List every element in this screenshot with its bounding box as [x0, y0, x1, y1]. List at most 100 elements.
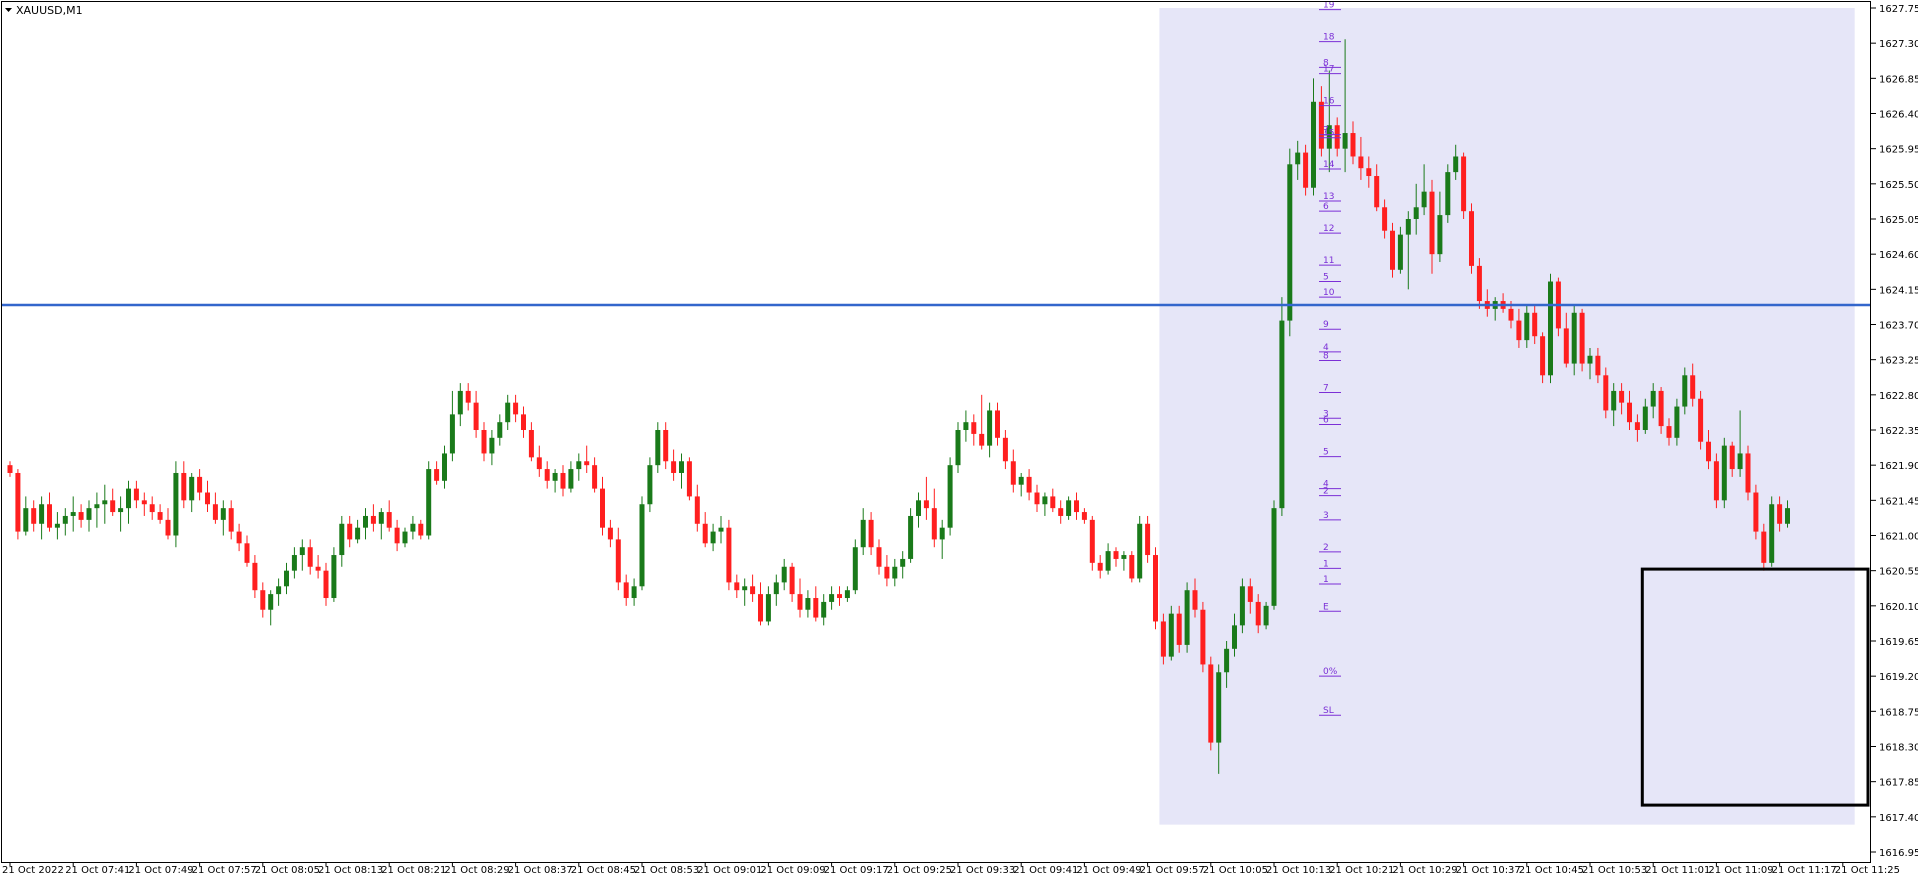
y-tick-label: 1622.80 [1879, 391, 1918, 402]
candle-body [1769, 504, 1775, 563]
candle-body [1311, 101, 1316, 188]
x-tick-label: 21 Oct 11:01 [1645, 865, 1710, 876]
y-tick-label: 1625.05 [1879, 215, 1918, 226]
candle-body [813, 598, 819, 618]
y-tick-label: 1624.60 [1879, 250, 1918, 261]
candle-body [268, 594, 274, 610]
fib-level-label: 16 [1323, 97, 1335, 107]
fib-level-label: 1 [1323, 575, 1329, 585]
candle-body [307, 547, 313, 567]
candle-body [457, 390, 463, 415]
x-tick-label: 21 Oct 10:45 [1519, 865, 1584, 876]
candle-body [7, 465, 13, 473]
candle-body [1421, 191, 1427, 208]
x-tick-label: 21 Oct 10:29 [1392, 865, 1457, 876]
candle-body [252, 562, 258, 591]
candle-body [1382, 207, 1388, 231]
x-tick-label: 21 Oct 10:53 [1582, 865, 1647, 876]
time-axis[interactable]: 21 Oct 2022 21 Oct 07:4121 Oct 07:4921 Oc… [2, 862, 1900, 876]
y-tick-label: 1619.65 [1879, 637, 1918, 648]
x-tick-label: 21 Oct 09:25 [887, 865, 952, 876]
candle-body [1334, 125, 1340, 149]
candle-body [1413, 207, 1419, 219]
candle-body [1563, 328, 1569, 364]
candle-body [1761, 531, 1767, 563]
candle-body [1160, 621, 1166, 657]
candle-body [1721, 445, 1727, 501]
candle-body [1168, 613, 1174, 657]
candle-body [528, 430, 534, 458]
candle-body [1153, 555, 1158, 622]
candle-body [23, 508, 29, 532]
candle-body [291, 555, 297, 571]
x-tick-label: 21 Oct 11:17 [1772, 865, 1837, 876]
candle-body [1097, 562, 1103, 571]
candle-body [1121, 555, 1127, 559]
fib-level-label: 14 [1323, 160, 1335, 170]
x-tick-label: 21 Oct 11:25 [1835, 865, 1900, 876]
candle-body [979, 433, 985, 446]
candle-body [505, 402, 511, 423]
candle-body [568, 469, 574, 489]
candle-body [1271, 508, 1277, 606]
candle-body [734, 582, 740, 591]
candle-body [1216, 672, 1222, 743]
candle-body [62, 515, 68, 524]
candle-body [347, 523, 353, 540]
x-tick-label: 21 Oct 09:17 [824, 865, 889, 876]
candle-body [1666, 426, 1672, 438]
candle-body [442, 453, 447, 481]
candle-body [1042, 496, 1048, 505]
candle-body [868, 519, 874, 548]
candle-body [31, 508, 37, 524]
candle-body [805, 598, 811, 610]
candle-body [592, 465, 598, 489]
candle-body [1050, 496, 1056, 509]
candle-body [844, 590, 850, 599]
candle-body [434, 469, 440, 481]
candle-body [671, 461, 677, 473]
candle-body [402, 531, 408, 544]
candle-body [149, 504, 155, 513]
candle-body [1579, 312, 1585, 364]
candle-body [694, 496, 700, 524]
candle-body [718, 527, 724, 532]
candle-body [1239, 586, 1245, 626]
candle-body [1255, 601, 1261, 626]
candle-body [339, 523, 345, 556]
x-tick-label: 21 Oct 10:37 [1456, 865, 1521, 876]
candle-body [679, 461, 684, 473]
candle-body [860, 519, 866, 548]
x-tick-label: 21 Oct 09:01 [697, 865, 762, 876]
candle-body [1437, 215, 1443, 255]
candle-body [908, 515, 914, 559]
candle-body [726, 527, 732, 583]
candle-body [647, 465, 653, 505]
candle-body [1374, 176, 1380, 208]
candle-body [133, 488, 139, 501]
candle-body [1200, 609, 1206, 665]
candle-body [884, 566, 890, 579]
candle-body [386, 512, 392, 528]
x-tick-label: 21 Oct 08:45 [571, 865, 636, 876]
highlight-zone[interactable] [1159, 8, 1855, 825]
candle-body [971, 422, 977, 434]
y-tick-label: 1621.00 [1879, 532, 1918, 543]
candle-body [1548, 281, 1553, 376]
candle-body [513, 402, 519, 415]
candle-body [995, 410, 1000, 438]
x-tick-label: 21 Oct 09:41 [1013, 865, 1078, 876]
candle-body [1706, 441, 1711, 462]
candle-body [963, 422, 969, 430]
y-tick-label: 1621.45 [1879, 496, 1918, 507]
candle-body [1303, 152, 1309, 188]
candle-body [323, 570, 329, 599]
candle-body [1476, 265, 1482, 302]
candle-body [1627, 402, 1632, 423]
candle-body [900, 558, 906, 567]
price-chart[interactable]: 1918817167151413612115109487365423211E0%… [0, 0, 1918, 880]
candle-body [1785, 508, 1790, 524]
candle-body [821, 601, 827, 618]
candle-body [394, 527, 400, 544]
candle-body [584, 461, 590, 466]
